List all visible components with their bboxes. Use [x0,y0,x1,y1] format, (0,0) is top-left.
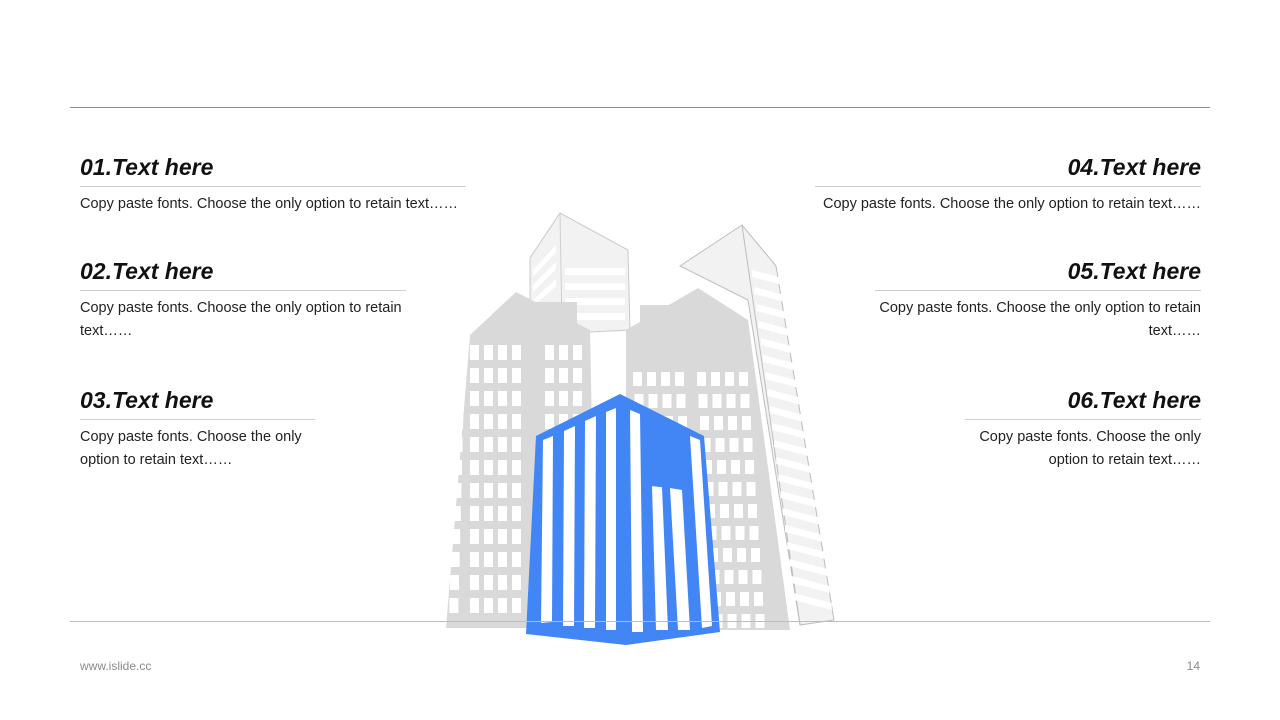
block-body: Copy paste fonts. Choose the only option… [80,429,302,468]
blue-front-building [526,394,720,645]
block-title: 01.Text here [80,152,466,187]
block-body: Copy paste fonts. Choose the only option… [80,300,402,339]
block-body: Copy paste fonts. Choose the only option… [80,196,459,212]
block-title: 06.Text here [965,385,1201,420]
page-number: 14 [1186,659,1200,673]
block-title: 02.Text here [80,256,406,291]
text-block-06: 06.Text here Copy paste fonts. Choose th… [965,385,1201,472]
text-block-04: 04.Text here Copy paste fonts. Choose th… [815,152,1201,216]
footer-url[interactable]: www.islide.cc [80,659,151,673]
buildings-illustration [446,212,835,645]
block-title: 04.Text here [815,152,1201,187]
text-block-05: 05.Text here Copy paste fonts. Choose th… [875,256,1201,343]
block-title: 05.Text here [875,256,1201,291]
block-body: Copy paste fonts. Choose the only option… [979,429,1201,468]
text-block-01: 01.Text here Copy paste fonts. Choose th… [80,152,466,216]
text-block-03: 03.Text here Copy paste fonts. Choose th… [80,385,315,472]
block-body: Copy paste fonts. Choose the only option… [879,300,1201,339]
text-block-02: 02.Text here Copy paste fonts. Choose th… [80,256,406,343]
block-body: Copy paste fonts. Choose the only option… [822,196,1201,212]
bottom-divider [70,621,1210,622]
block-title: 03.Text here [80,385,315,420]
top-divider [70,107,1210,108]
